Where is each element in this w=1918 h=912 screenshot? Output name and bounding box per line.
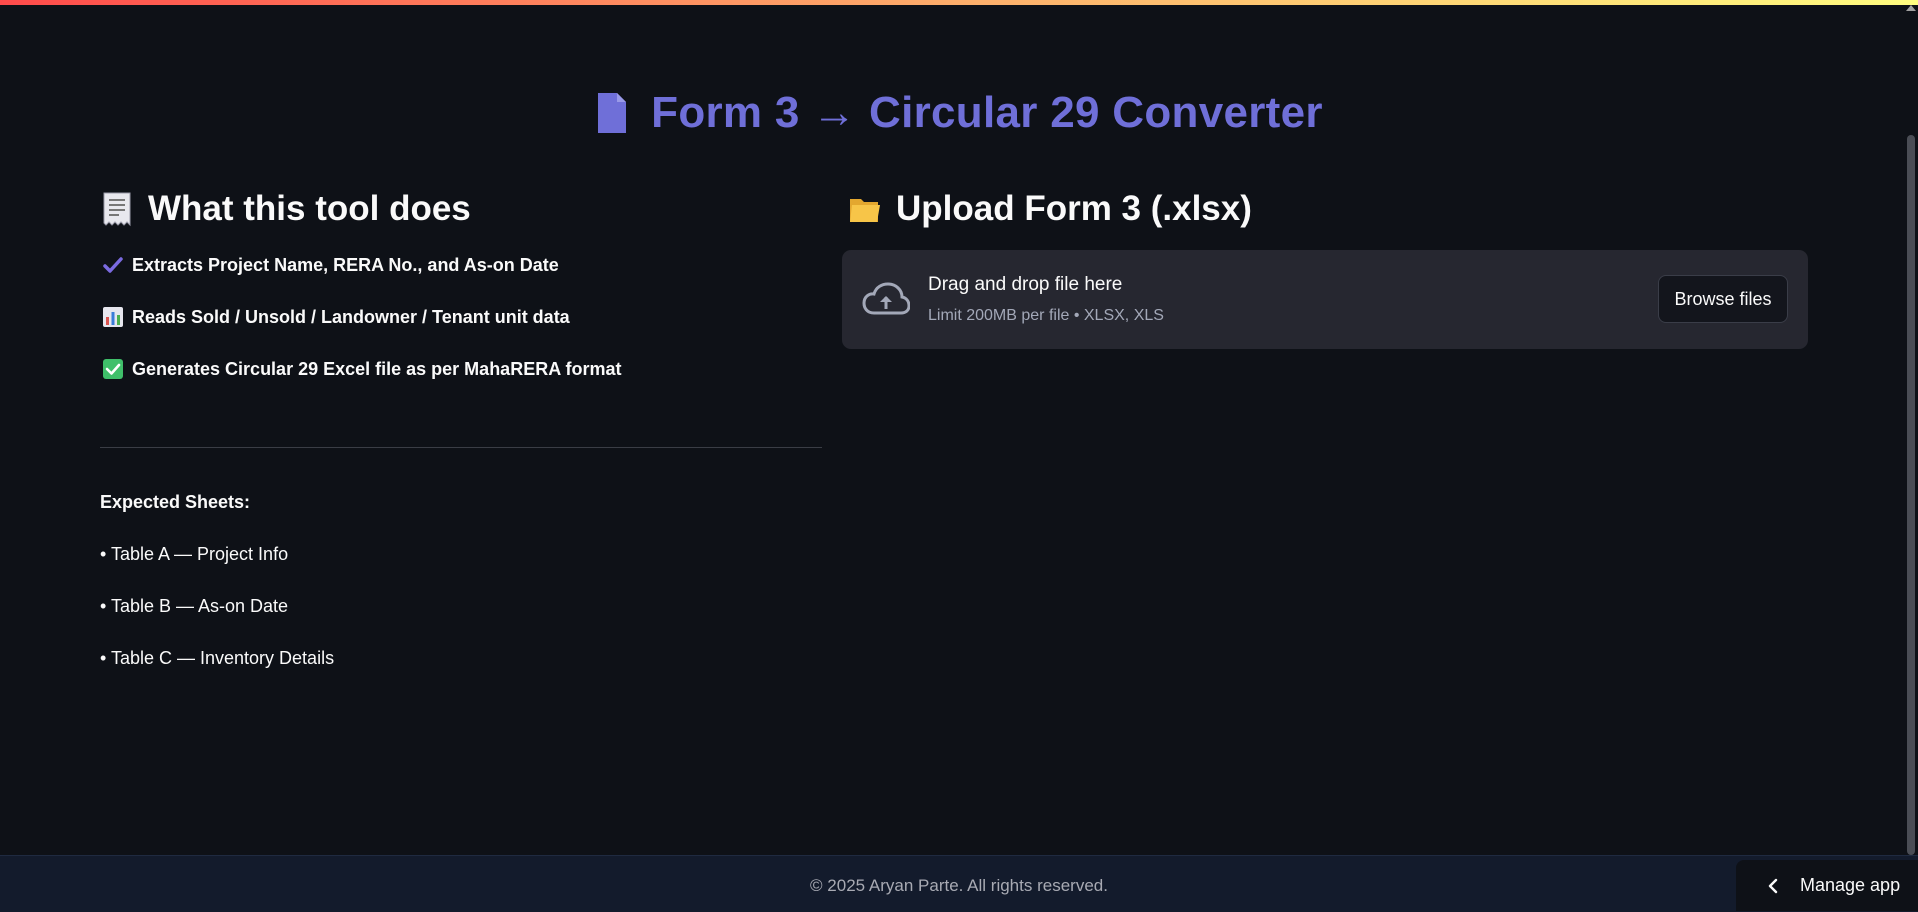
document-icon <box>598 93 627 133</box>
check-box-icon <box>103 359 123 379</box>
dropzone-instruction: Drag and drop file here <box>928 274 1123 295</box>
chevron-left-icon <box>1768 878 1778 893</box>
browse-files-button[interactable]: Browse files <box>1658 275 1788 323</box>
receipt-icon <box>103 192 131 227</box>
feature-text: Extracts Project Name, RERA No., and As-… <box>132 254 559 275</box>
cloud-upload-icon <box>862 282 910 315</box>
expected-sheet-item: • Table B — As-on Date <box>100 596 289 616</box>
feature-text: Reads Sold / Unsold / Landowner / Tenant… <box>132 306 570 327</box>
feature-item: Extracts Project Name, RERA No., and As-… <box>102 253 559 277</box>
tool-description-section: What this tool does Extracts Project Nam… <box>100 185 822 379</box>
feature-item: Generates Circular 29 Excel file as per … <box>102 357 622 381</box>
expected-sheet-item: • Table C — Inventory Details <box>100 648 335 668</box>
feature-item: Reads Sold / Unsold / Landowner / Tenant… <box>102 305 570 329</box>
expected-sheets-section: Expected Sheets: • Table A — Project Inf… <box>100 492 334 672</box>
folder-icon <box>850 199 880 222</box>
dropzone-limit-text: Limit 200MB per file • XLSX, XLS <box>928 307 1164 324</box>
footer: © 2025 Aryan Parte. All rights reserved. <box>0 855 1918 912</box>
check-mark-icon <box>103 257 123 273</box>
footer-copyright: © 2025 Aryan Parte. All rights reserved. <box>810 876 1108 895</box>
section-heading-upload: Upload Form 3 (.xlsx) <box>842 185 1808 233</box>
section-heading-what-tool-does: What this tool does <box>100 185 822 233</box>
page-title: Form 3 → Circular 29 Converter <box>595 88 1323 138</box>
bar-chart-icon <box>103 307 123 327</box>
section-heading-text: Upload Form 3 (.xlsx) <box>896 189 1252 228</box>
upload-section: Upload Form 3 (.xlsx) <box>842 185 1808 233</box>
manage-app-label: Manage app <box>1800 875 1901 895</box>
file-dropzone[interactable]: Drag and drop file here Limit 200MB per … <box>842 250 1808 349</box>
scrollbar-thumb[interactable] <box>1907 135 1915 855</box>
expected-sheets-label: Expected Sheets: <box>100 492 251 512</box>
top-decoration-bar <box>0 0 1918 5</box>
page-title-text: Form 3 → Circular 29 Converter <box>651 88 1323 137</box>
feature-text: Generates Circular 29 Excel file as per … <box>132 358 622 379</box>
expected-sheet-item: • Table A — Project Info <box>100 544 289 564</box>
section-heading-text: What this tool does <box>148 189 471 228</box>
manage-app-button[interactable]: Manage app <box>1736 860 1918 911</box>
section-divider <box>100 447 822 448</box>
scroll-up-arrow-icon[interactable] <box>1906 5 1916 11</box>
page-title-container: Form 3 → Circular 29 Converter <box>0 88 1918 140</box>
